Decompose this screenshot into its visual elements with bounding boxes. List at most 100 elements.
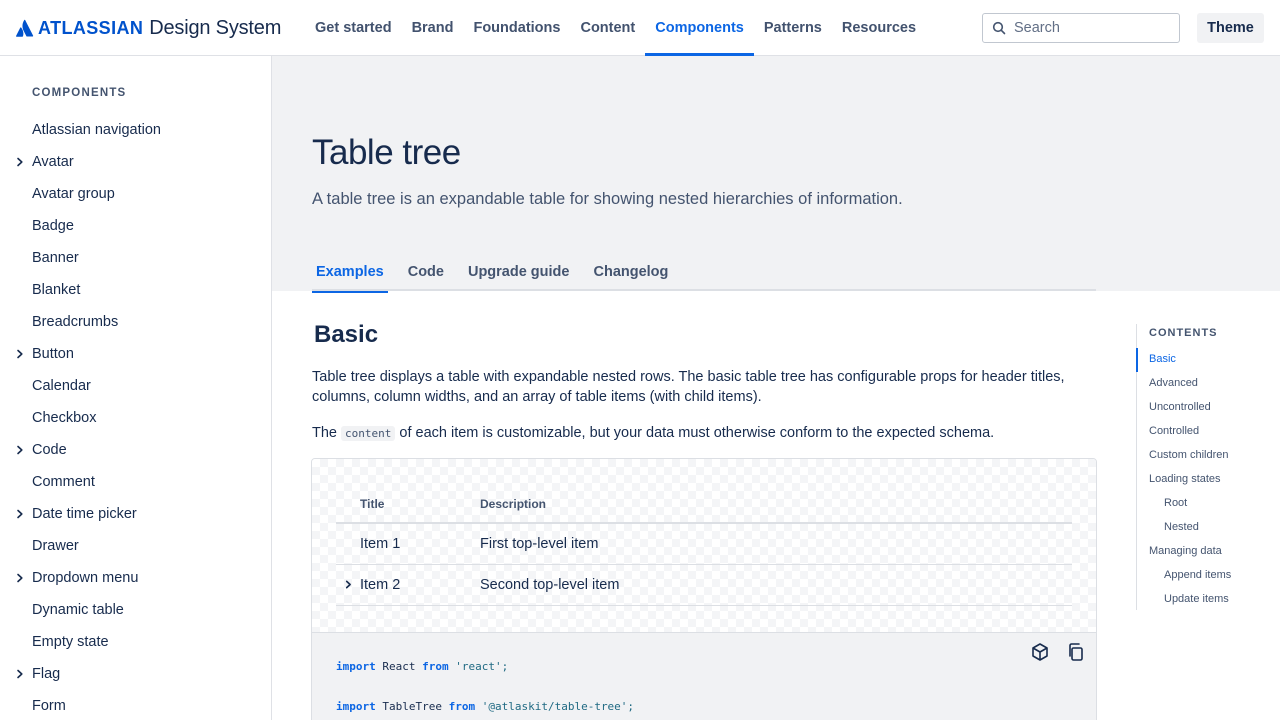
tab-examples[interactable]: Examples bbox=[312, 256, 388, 293]
sidebar-item-atlassian-navigation[interactable]: Atlassian navigation bbox=[0, 114, 271, 146]
sidebar-item-dynamic-table[interactable]: Dynamic table bbox=[0, 594, 271, 626]
sidebar-item-breadcrumbs[interactable]: Breadcrumbs bbox=[0, 306, 271, 338]
sidebar-item-label: Comment bbox=[32, 474, 95, 490]
sidebar-item-drawer[interactable]: Drawer bbox=[0, 530, 271, 562]
toc-heading: CONTENTS bbox=[1149, 327, 1218, 339]
toc-item-controlled[interactable]: Controlled bbox=[1149, 425, 1199, 437]
nav-content[interactable]: Content bbox=[570, 0, 645, 56]
sidebar-item-label: Blanket bbox=[32, 282, 81, 298]
toc-item-advanced[interactable]: Advanced bbox=[1149, 377, 1198, 389]
toc-item-append-items[interactable]: Append items bbox=[1164, 569, 1231, 581]
table-row: Item 1 First top-level item bbox=[336, 524, 1072, 565]
row-title: Item 1 bbox=[360, 536, 401, 552]
nav-patterns[interactable]: Patterns bbox=[754, 0, 832, 56]
tab-code[interactable]: Code bbox=[404, 256, 448, 291]
sidebar-item-calendar[interactable]: Calendar bbox=[0, 370, 271, 402]
toc-item-root[interactable]: Root bbox=[1164, 497, 1187, 509]
sidebar-item-label: Flag bbox=[32, 666, 61, 682]
nav-foundations[interactable]: Foundations bbox=[463, 0, 570, 56]
sidebar-item-code[interactable]: Code bbox=[0, 434, 271, 466]
atlassian-logo-icon bbox=[16, 19, 34, 37]
nav-get-started[interactable]: Get started bbox=[305, 0, 402, 56]
logo-wordmark: ATLASSIAN bbox=[38, 17, 144, 38]
sidebar-item-empty-state[interactable]: Empty state bbox=[0, 626, 271, 658]
table-row[interactable]: Item 2 Second top-level item bbox=[336, 565, 1072, 606]
example-preview: Title Description Item 1 First top-level… bbox=[312, 459, 1096, 632]
toc-item-custom-children[interactable]: Custom children bbox=[1149, 449, 1228, 461]
chevron-right-icon[interactable] bbox=[15, 509, 25, 519]
top-navigation: ATLASSIAN Design System Get started Bran… bbox=[0, 0, 1280, 56]
sidebar-item-label: Banner bbox=[32, 250, 79, 266]
sidebar-item-label: Avatar bbox=[32, 154, 74, 170]
section-note: The content of each item is customizable… bbox=[312, 423, 1098, 444]
sidebar-item-dropdown-menu[interactable]: Dropdown menu bbox=[0, 562, 271, 594]
chevron-right-icon[interactable] bbox=[15, 573, 25, 583]
sidebar-item-comment[interactable]: Comment bbox=[0, 466, 271, 498]
chevron-right-icon[interactable] bbox=[15, 157, 25, 167]
note-text-after: of each item is customizable, but your d… bbox=[395, 425, 995, 441]
sidebar-item-form[interactable]: Form bbox=[0, 690, 271, 720]
sidebar-list: Atlassian navigation Avatar Avatar group Ba… bbox=[0, 114, 271, 720]
row-description: First top-level item bbox=[480, 536, 599, 552]
sidebar-item-flag[interactable]: Flag bbox=[0, 658, 271, 690]
search-input[interactable] bbox=[1014, 20, 1164, 36]
sidebar-item-label: Button bbox=[32, 346, 74, 362]
sidebar-item-date-time-picker[interactable]: Date time picker bbox=[0, 498, 271, 530]
row-title: Item 2 bbox=[360, 577, 401, 593]
tab-upgrade-guide[interactable]: Upgrade guide bbox=[464, 256, 574, 291]
sidebar-item-label: Calendar bbox=[32, 378, 91, 394]
sidebar-item-blanket[interactable]: Blanket bbox=[0, 274, 271, 306]
chevron-right-icon[interactable] bbox=[15, 669, 25, 679]
chevron-right-icon[interactable] bbox=[344, 580, 353, 589]
example-box: Title Description Item 1 First top-level… bbox=[311, 458, 1097, 720]
page-title: Table tree bbox=[312, 133, 461, 172]
sidebar-item-label: Checkbox bbox=[32, 410, 97, 426]
code-block: import React from 'react'; import TableT… bbox=[312, 632, 1096, 720]
copy-button[interactable] bbox=[1065, 641, 1087, 663]
header-description: Description bbox=[480, 497, 547, 511]
toc-item-loading-states[interactable]: Loading states bbox=[1149, 473, 1221, 485]
logo-product-name: Design System bbox=[149, 16, 282, 39]
nav-resources[interactable]: Resources bbox=[832, 0, 926, 56]
main-content: Table tree A table tree is an expandable… bbox=[272, 56, 1280, 720]
sidebar-item-badge[interactable]: Badge bbox=[0, 210, 271, 242]
nav-brand[interactable]: Brand bbox=[402, 0, 464, 56]
search-box[interactable] bbox=[982, 13, 1180, 43]
inline-code: content bbox=[341, 426, 396, 441]
sidebar-item-label: Empty state bbox=[32, 634, 109, 650]
sidebar-item-label: Date time picker bbox=[32, 506, 137, 522]
atlassian-logo[interactable]: ATLASSIAN Design System bbox=[16, 16, 281, 40]
sidebar-item-banner[interactable]: Banner bbox=[0, 242, 271, 274]
sidebar-item-label: Atlassian navigation bbox=[32, 122, 161, 138]
sidebar-item-avatar-group[interactable]: Avatar group bbox=[0, 178, 271, 210]
theme-button[interactable]: Theme bbox=[1197, 13, 1264, 43]
copy-icon bbox=[1069, 643, 1083, 661]
page-description: A table tree is an expandable table for … bbox=[312, 190, 903, 208]
code-line: import TableTree from '@atlaskit/table-t… bbox=[336, 700, 635, 713]
sandbox-button[interactable] bbox=[1029, 641, 1051, 663]
toc-item-basic[interactable]: Basic bbox=[1149, 353, 1176, 365]
toc-item-update-items[interactable]: Update items bbox=[1164, 593, 1229, 605]
sidebar-item-label: Dynamic table bbox=[32, 602, 124, 618]
sidebar-item-label: Breadcrumbs bbox=[32, 314, 119, 330]
sidebar-item-label: Code bbox=[32, 442, 67, 458]
sidebar: COMPONENTS Atlassian navigation Avatar Ava… bbox=[0, 56, 272, 720]
sidebar-item-checkbox[interactable]: Checkbox bbox=[0, 402, 271, 434]
page-header: Table tree A table tree is an expandable… bbox=[272, 56, 1280, 293]
chevron-right-icon[interactable] bbox=[15, 349, 25, 359]
section-intro: Table tree displays a table with expanda… bbox=[312, 369, 1065, 405]
nav-components[interactable]: Components bbox=[645, 0, 754, 56]
toc-item-managing-data[interactable]: Managing data bbox=[1149, 545, 1222, 557]
toc-item-nested[interactable]: Nested bbox=[1164, 521, 1199, 533]
sidebar-item-label: Avatar group bbox=[32, 186, 115, 202]
sidebar-item-button[interactable]: Button bbox=[0, 338, 271, 370]
toc-item-uncontrolled[interactable]: Uncontrolled bbox=[1149, 401, 1211, 413]
toc-active-indicator bbox=[1136, 348, 1138, 372]
table-of-contents: CONTENTS Basic Advanced Uncontrolled Contro… bbox=[1136, 324, 1276, 610]
sidebar-item-label: Dropdown menu bbox=[32, 570, 139, 586]
chevron-right-icon[interactable] bbox=[15, 445, 25, 455]
sandbox-icon bbox=[1032, 643, 1048, 661]
sidebar-item-avatar[interactable]: Avatar bbox=[0, 146, 271, 178]
header-title: Title bbox=[360, 497, 385, 511]
tab-changelog[interactable]: Changelog bbox=[589, 256, 672, 291]
